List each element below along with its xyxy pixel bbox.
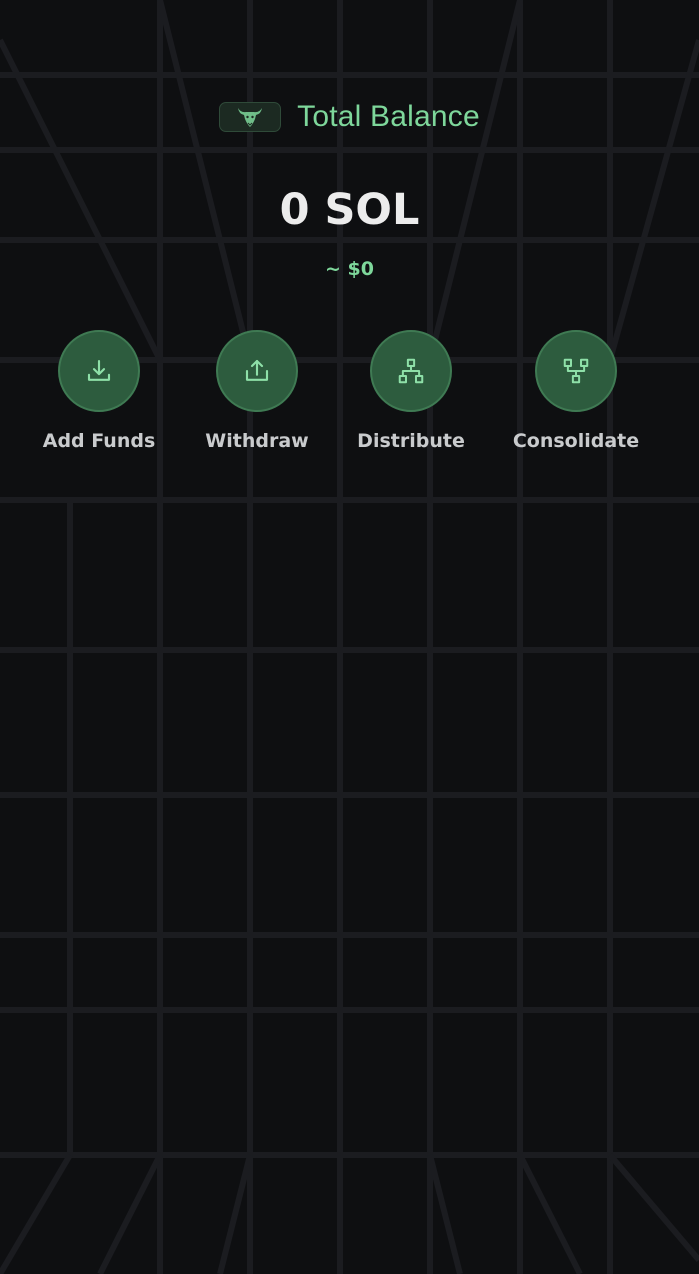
- consolidate-label: Consolidate: [512, 430, 640, 452]
- distribute-action[interactable]: Distribute: [336, 330, 486, 454]
- bull-icon: [219, 102, 282, 132]
- consolidate-action[interactable]: Consolidate: [501, 330, 651, 454]
- withdraw-button[interactable]: [216, 330, 298, 412]
- header-title: Total Balance: [297, 100, 480, 133]
- consolidate-icon: [563, 358, 589, 384]
- distribute-button[interactable]: [370, 330, 452, 412]
- add-funds-button[interactable]: [58, 330, 140, 412]
- wallet-screen: Total Balance 0 SOL ~ $0 Add Funds Withd…: [0, 0, 699, 1274]
- balance-header: Total Balance: [0, 100, 699, 134]
- usd-balance: ~ $0: [325, 258, 374, 280]
- consolidate-button[interactable]: [535, 330, 617, 412]
- add-funds-action[interactable]: Add Funds: [24, 330, 174, 454]
- download-icon: [87, 359, 111, 381]
- distribute-label: Distribute: [357, 430, 465, 452]
- withdraw-action[interactable]: Withdraw: [182, 330, 332, 454]
- add-funds-label: Add Funds: [42, 430, 156, 452]
- upload-icon: [245, 359, 269, 381]
- withdraw-label: Withdraw: [205, 430, 309, 452]
- sol-balance: 0 SOL: [279, 185, 420, 235]
- distribute-icon: [398, 358, 424, 384]
